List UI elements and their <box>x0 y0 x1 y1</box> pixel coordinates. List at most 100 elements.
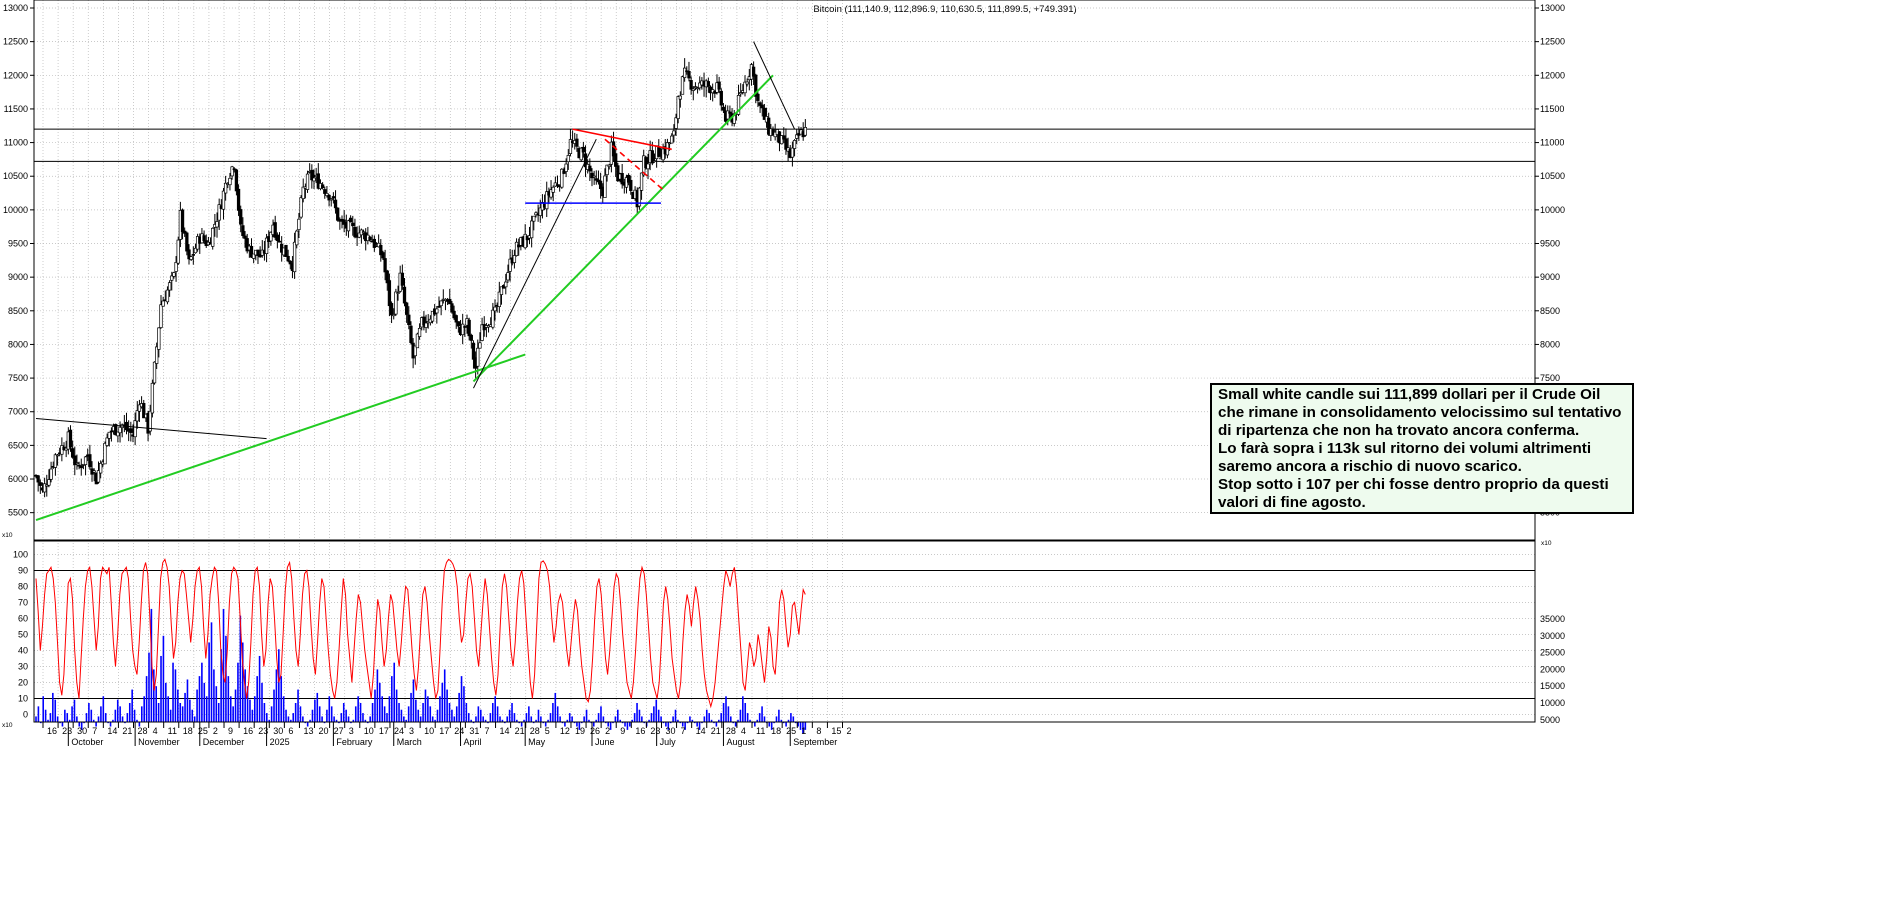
candle-body <box>239 209 243 225</box>
x-tick-label: 16 <box>243 726 253 736</box>
x-tick-label: 23 <box>62 726 72 736</box>
x-tick-label: 15 <box>831 726 841 736</box>
candle-body <box>454 315 458 323</box>
x-tick-label: 23 <box>650 726 660 736</box>
candle-body <box>581 146 586 153</box>
candle-body <box>92 470 96 473</box>
x-tick-label: 18 <box>771 726 781 736</box>
candle-body <box>336 207 340 221</box>
annotation-line: saremo ancora a rischio di nuovo scarico… <box>1218 458 1522 475</box>
candle-body <box>435 308 439 314</box>
month-label: September <box>793 737 837 747</box>
candle-body <box>172 272 176 277</box>
candle-body <box>790 147 795 158</box>
x-tick-label: 2 <box>847 726 852 736</box>
candle-body <box>504 281 508 288</box>
candle-body <box>277 240 282 243</box>
month-label: May <box>528 737 546 747</box>
candle-body <box>284 244 288 257</box>
candle-body <box>165 289 170 303</box>
y-tick-label: 7500 <box>8 373 28 383</box>
candle-body <box>529 220 534 239</box>
candle-body <box>437 305 441 308</box>
x-tick-label: 28 <box>138 726 148 736</box>
candle-body <box>532 215 536 222</box>
x-tick-label: 6 <box>288 726 293 736</box>
x-tick-label: 16 <box>635 726 645 736</box>
x-tick-label: 11 <box>168 726 177 736</box>
candle-body <box>575 138 579 147</box>
date-axis: 16 23 30 7 14 21 28 4 11 18 25 2 9 16 23 30 6 13 20 27 3 10 17… <box>42 722 852 747</box>
y-tick-label: 9500 <box>8 239 28 249</box>
candle-body <box>103 442 107 465</box>
osc-tick-label: 90 <box>18 566 28 576</box>
x-tick-label: 7 <box>92 726 97 736</box>
x-tick-label: 30 <box>273 726 283 736</box>
x-tick-label: 30 <box>665 726 675 736</box>
candle-body <box>456 321 461 327</box>
candle-body <box>133 420 137 438</box>
candle-body <box>674 117 678 129</box>
candle-body <box>672 130 676 136</box>
candle-body <box>566 155 570 163</box>
candle-body <box>387 280 392 307</box>
y-tick-label: 8500 <box>1540 306 1560 316</box>
candle-body <box>49 468 53 480</box>
y-tick-label: 11000 <box>4 138 28 148</box>
candle-body <box>83 456 88 465</box>
candle-body <box>491 309 495 328</box>
candle-body <box>402 286 407 304</box>
candle-body <box>607 164 611 167</box>
month-label: February <box>336 737 373 747</box>
osc-tick-label: 70 <box>18 598 28 608</box>
month-label: 2025 <box>270 737 290 747</box>
trendline <box>604 138 664 191</box>
candle-body <box>75 462 79 464</box>
candle-body <box>603 175 607 198</box>
candle-body <box>55 454 60 457</box>
x-tick-label: 3 <box>349 726 354 736</box>
x-tick-label: 24 <box>454 726 464 736</box>
annotation-line: Small white candle sui 111,899 dollari p… <box>1218 386 1601 403</box>
y-tick-label: 10500 <box>1540 171 1565 181</box>
candle-body <box>368 236 372 241</box>
candle-body <box>389 303 394 316</box>
candle-body <box>297 218 301 231</box>
candle-body <box>512 255 517 263</box>
candle-body <box>129 428 133 433</box>
volume-tick-label: 25000 <box>1540 648 1565 658</box>
candle-body <box>320 184 325 189</box>
candle-body <box>476 347 480 367</box>
candle-body <box>150 382 155 414</box>
candle-body <box>592 175 596 178</box>
candle-body <box>691 88 695 91</box>
osc-tick-label: 60 <box>18 614 28 624</box>
candle-body <box>191 254 195 256</box>
candle-body <box>728 111 732 114</box>
candle-body <box>469 334 473 341</box>
candle-body <box>135 410 139 422</box>
x-tick-label: 17 <box>439 726 449 736</box>
candle-body <box>228 177 232 186</box>
price-candles <box>34 58 807 498</box>
candle-body <box>286 255 290 262</box>
x-tick-label: 13 <box>303 726 313 736</box>
x-tick-label: 31 <box>469 726 479 736</box>
right-axis: 13000 12500 12000 11500 11000 10500 10000 9500 9… <box>1535 3 1565 725</box>
x-tick-label: 4 <box>153 726 158 736</box>
x-tick-label: 8 <box>816 726 821 736</box>
x-tick-label: 30 <box>77 726 87 736</box>
candle-body <box>211 227 215 247</box>
x-tick-label: 1 <box>801 726 806 736</box>
x-tick-label: 5 <box>545 726 550 736</box>
osc-tick-label: 10 <box>18 694 28 704</box>
candle-body <box>588 165 592 172</box>
month-label: December <box>203 737 245 747</box>
x-tick-label: 27 <box>334 726 344 736</box>
candle-body <box>467 319 471 337</box>
candle-body <box>107 431 111 439</box>
candle-body <box>105 437 109 446</box>
trendline <box>472 74 774 383</box>
candle-body <box>394 291 398 315</box>
candle-body <box>305 173 310 190</box>
